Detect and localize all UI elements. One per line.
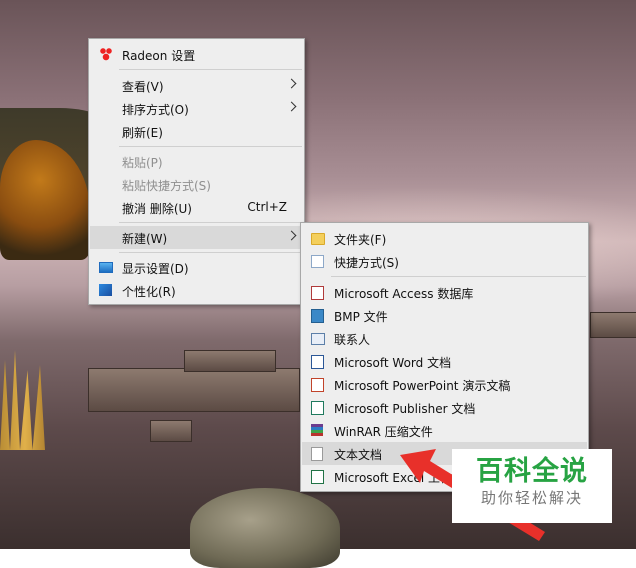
contact-icon [311,333,325,345]
menu-item-label: 粘贴(P) [122,156,163,170]
chevron-right-icon [286,101,297,112]
watermark-subtitle: 助你轻松解决 [480,489,583,507]
menu-item-label: 新建(W) [122,232,168,246]
excel-icon [311,470,324,484]
menu-separator [119,69,302,70]
menu-item-radeon-settings[interactable]: Radeon 设置 [90,43,303,66]
submenu-item-word-document[interactable]: Microsoft Word 文档 [302,350,587,373]
submenu-item-winrar[interactable]: WinRAR 压缩文件 [302,419,587,442]
menu-item-label: Microsoft Publisher 文档 [334,402,476,416]
wallpaper-pier-stone [88,368,300,412]
chevron-right-icon [286,78,297,89]
menu-item-label: Radeon 设置 [122,49,196,63]
menu-item-label: 撤消 删除(U) [122,202,192,216]
menu-item-label: 文件夹(F) [334,233,387,247]
menu-separator [119,252,302,253]
word-icon [311,355,324,369]
wallpaper-pier-stone [150,420,192,442]
submenu-item-contact[interactable]: 联系人 [302,327,587,350]
watermark-title: 百科全说 [476,456,588,487]
shortcut-icon [311,255,324,268]
menu-item-paste[interactable]: 粘贴(P) [90,150,303,173]
menu-item-label: 显示设置(D) [122,262,189,276]
personalize-icon [99,284,112,296]
wallpaper-rock [190,488,340,568]
winrar-icon [311,424,323,436]
powerpoint-icon [311,378,324,392]
publisher-icon [311,401,324,415]
wallpaper-pier-stone [590,312,636,338]
menu-item-refresh[interactable]: 刷新(E) [90,120,303,143]
access-icon [311,286,324,300]
menu-item-label: 刷新(E) [122,126,163,140]
desktop-context-menu: Radeon 设置 查看(V) 排序方式(O) 刷新(E) 粘贴(P) 粘贴快捷… [88,38,305,305]
menu-item-label: 个性化(R) [122,285,176,299]
submenu-item-powerpoint[interactable]: Microsoft PowerPoint 演示文稿 [302,373,587,396]
menu-item-shortcut: Ctrl+Z [247,200,287,214]
menu-item-personalize[interactable]: 个性化(R) [90,279,303,302]
submenu-item-bmp-file[interactable]: BMP 文件 [302,304,587,327]
submenu-item-shortcut[interactable]: 快捷方式(S) [302,250,587,273]
menu-item-label: Microsoft Access 数据库 [334,287,474,301]
menu-item-display-settings[interactable]: 显示设置(D) [90,256,303,279]
menu-item-label: 联系人 [334,333,371,347]
menu-separator [119,222,302,223]
menu-item-new[interactable]: 新建(W) [90,226,303,249]
menu-separator [331,276,586,277]
menu-item-label: 查看(V) [122,80,164,94]
chevron-right-icon [286,230,297,241]
display-settings-icon [99,262,113,273]
submenu-item-access-database[interactable]: Microsoft Access 数据库 [302,281,587,304]
menu-item-label: 排序方式(O) [122,103,189,117]
menu-separator [119,146,302,147]
menu-item-view[interactable]: 查看(V) [90,74,303,97]
menu-item-label: 快捷方式(S) [334,256,399,270]
watermark: 百科全说 助你轻松解决 [452,449,612,523]
menu-item-paste-shortcut[interactable]: 粘贴快捷方式(S) [90,173,303,196]
radeon-icon [99,47,113,61]
menu-item-label: BMP 文件 [334,310,388,324]
menu-item-label: Microsoft PowerPoint 演示文稿 [334,379,511,393]
menu-item-label: 文本文档 [334,448,383,462]
submenu-item-publisher[interactable]: Microsoft Publisher 文档 [302,396,587,419]
menu-item-sort-by[interactable]: 排序方式(O) [90,97,303,120]
submenu-item-folder[interactable]: 文件夹(F) [302,227,587,250]
folder-icon [311,233,325,245]
text-document-icon [311,447,323,461]
bmp-icon [311,309,324,323]
menu-item-label: Microsoft Excel 工作表 [334,471,465,485]
menu-item-label: 粘贴快捷方式(S) [122,179,211,193]
menu-item-undo-delete[interactable]: 撤消 删除(U) Ctrl+Z [90,196,303,219]
menu-item-label: WinRAR 压缩文件 [334,425,433,439]
wallpaper-pier-stone [184,350,276,372]
menu-item-label: Microsoft Word 文档 [334,356,452,370]
